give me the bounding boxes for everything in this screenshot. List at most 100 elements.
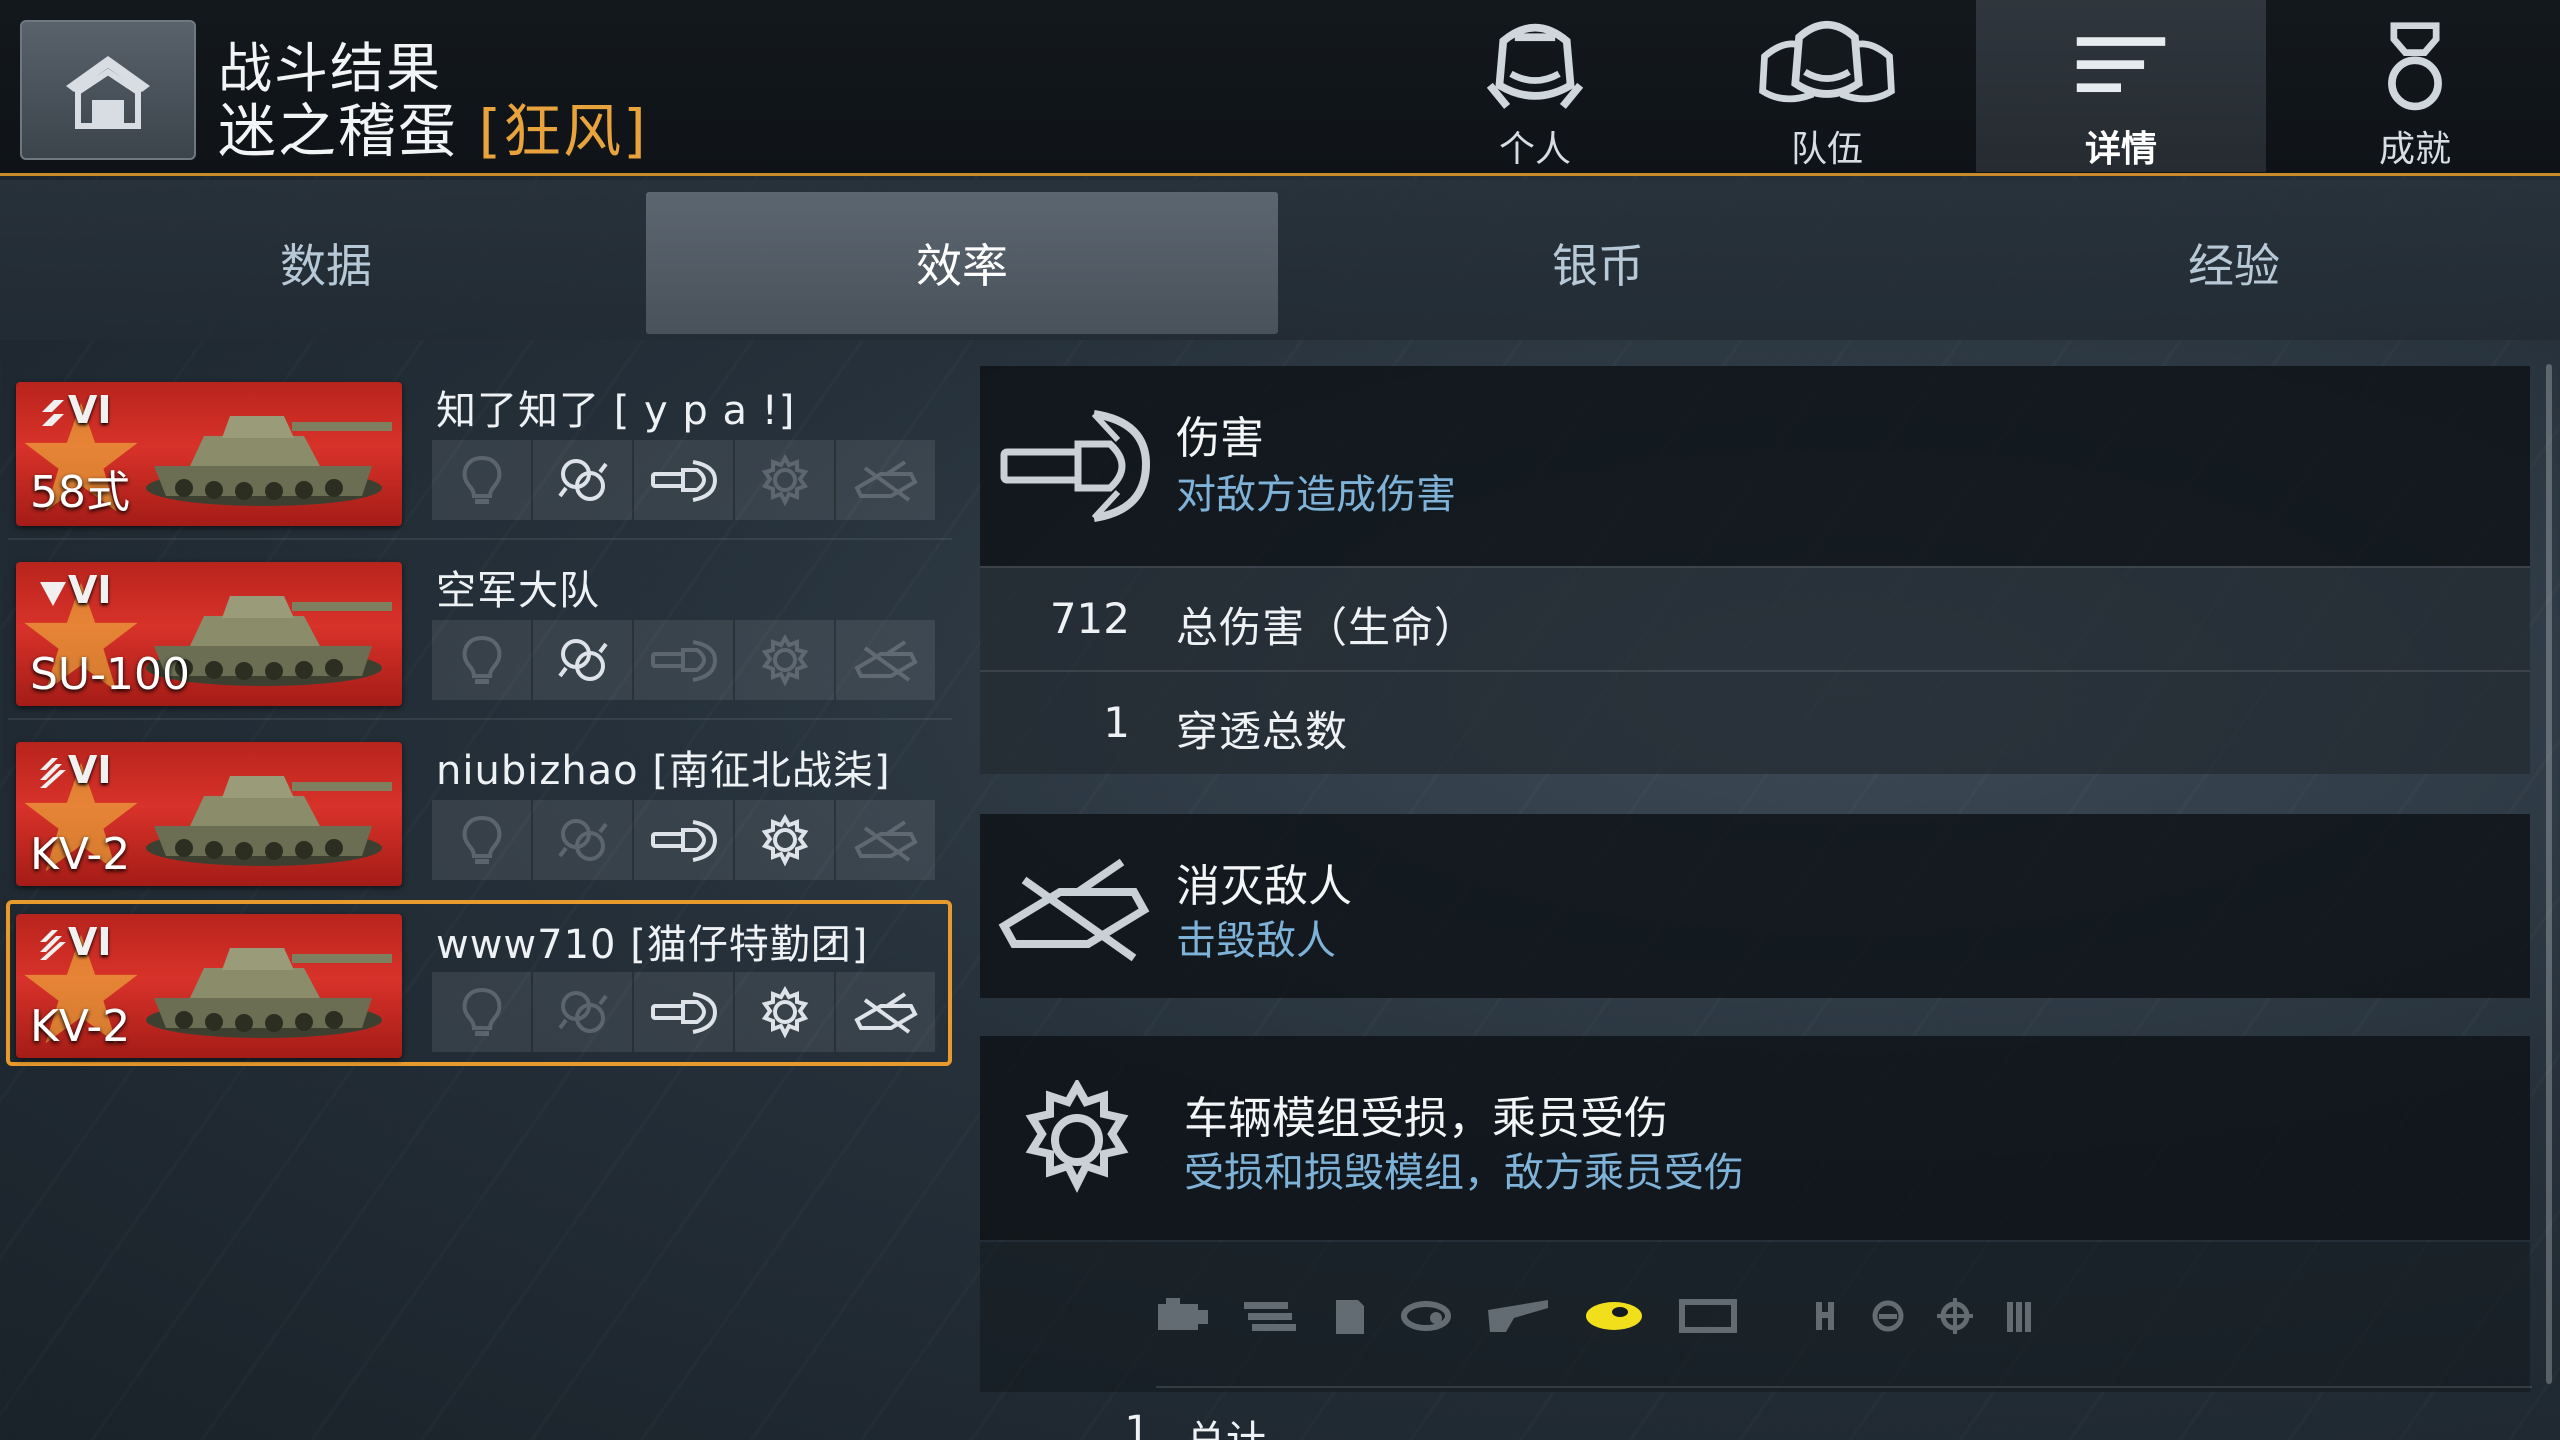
tank-card: VI KV-2 [16, 742, 402, 886]
gear-icon [750, 984, 820, 1040]
hangar-home-button[interactable] [20, 20, 196, 160]
heavy-tank-class-icon [40, 930, 66, 960]
player-row[interactable]: VI SU-100 空军大队 [8, 550, 948, 716]
module-badge [735, 800, 836, 880]
player-name: 知了知了 [ y p a !] [436, 388, 796, 434]
gun-icon [1486, 1296, 1552, 1340]
kills-title: 消灭敌人 [1176, 861, 1352, 912]
engine-icon [1150, 1296, 1210, 1340]
kills-section-header: 消灭敌人 击毁敌人 [980, 814, 2530, 998]
nav-personal-label: 个人 [1498, 129, 1571, 170]
tank-image [134, 756, 396, 874]
assist-badge [533, 972, 634, 1052]
player-row-selected[interactable]: VI KV-2 www710 [猫仔特勤团] [6, 900, 952, 1066]
modules-subtitle: 受损和损毁模组，敌方乘员受伤 [1184, 1150, 1744, 1196]
kill-badge [836, 800, 937, 880]
row-divider [1156, 1386, 2532, 1388]
details-list-icon [2076, 37, 2166, 93]
detail-scrollbar[interactable] [2546, 364, 2552, 1384]
nav-personal[interactable]: 个人 [1390, 0, 1680, 172]
nav-details-label: 详情 [2084, 129, 2157, 170]
kill-badge [836, 972, 937, 1052]
player-clan: [狂风] [478, 97, 648, 165]
tab-efficiency[interactable]: 效率 [646, 192, 1278, 334]
spotting-badge [432, 440, 533, 520]
stat-label: 总伤害（生命） [1176, 603, 1478, 652]
destroyed-tank-icon [851, 452, 921, 508]
modules-title: 车辆模组受损，乘员受伤 [1184, 1093, 1668, 1144]
tank-name: KV-2 [30, 829, 131, 880]
player-row[interactable]: VI 58式 知了知了 [ y p a !] [8, 370, 948, 536]
module-badge [735, 972, 836, 1052]
tank-tier: VI [68, 568, 112, 612]
tank-name: SU-100 [30, 649, 190, 700]
destroyed-tank-icon [851, 984, 921, 1040]
lightbulb-icon [447, 632, 517, 688]
kill-badge [836, 440, 937, 520]
damage-badge [634, 972, 735, 1052]
damage-badge [634, 800, 735, 880]
commander-icon [1870, 1296, 1906, 1340]
destroyed-tank-icon [998, 858, 1150, 962]
tab-experience[interactable]: 经验 [1918, 192, 2550, 334]
player-name: 迷之稽蛋 [218, 97, 459, 165]
kills-subtitle: 击毁敌人 [1176, 918, 1336, 964]
spotting-badge [432, 800, 533, 880]
tab-data[interactable]: 数据 [10, 192, 642, 334]
shell-hit-icon [649, 984, 719, 1040]
player-name: www710 [猫仔特勤团] [436, 922, 869, 968]
gear-icon [750, 812, 820, 868]
tank-card: VI SU-100 [16, 562, 402, 706]
nav-achievements[interactable]: 成就 [2270, 0, 2560, 172]
assist-badge [533, 620, 634, 700]
ammo-rack-icon [1240, 1296, 1300, 1340]
driver-icon [1810, 1296, 1840, 1340]
shell-hit-icon [649, 812, 719, 868]
stat-row: 1 穿透总数 [980, 670, 2530, 774]
lightbulb-icon [447, 984, 517, 1040]
tank-card: VI 58式 [16, 382, 402, 526]
row-divider [8, 718, 952, 720]
nav-details[interactable]: 详情 [1976, 0, 2266, 172]
kill-badge [836, 620, 937, 700]
destroyed-tank-icon [851, 632, 921, 688]
tank-image [134, 928, 396, 1046]
gear-icon [750, 632, 820, 688]
stat-value: 712 [1049, 594, 1130, 643]
player-row[interactable]: VI KV-2 niubizhao [南征北战柒] [8, 730, 948, 896]
stat-row: 712 总伤害（生命） [980, 566, 2530, 670]
assist-badge [533, 800, 634, 880]
assist-icon [548, 452, 618, 508]
spotting-badge [432, 620, 533, 700]
player-identity: 迷之稽蛋 [狂风] [218, 84, 648, 168]
gunner-icon [1936, 1296, 1974, 1340]
nav-team[interactable]: 队伍 [1682, 0, 1972, 172]
spotting-badge [432, 972, 533, 1052]
top-bar: 战斗结果 迷之稽蛋 [狂风] 个人 队伍 详情 成就 [0, 0, 2560, 176]
damage-subtitle: 对敌方造成伤害 [1176, 472, 1456, 518]
damage-shell-icon [1000, 410, 1151, 522]
module-badge [735, 440, 836, 520]
row-divider [8, 538, 952, 540]
assist-icon [548, 812, 618, 868]
module-total-label: 总计 [1186, 1408, 1266, 1440]
assist-badge [533, 440, 634, 520]
heavy-tank-class-icon [40, 758, 66, 788]
module-total-value: 1 [1124, 1408, 1150, 1440]
efficiency-badges [432, 800, 938, 880]
medium-tank-class-icon [42, 400, 64, 426]
stat-label: 穿透总数 [1176, 707, 1349, 756]
team-helmets-icon [1759, 21, 1895, 103]
lightbulb-icon [447, 452, 517, 508]
efficiency-badges [432, 620, 938, 700]
tank-tier: VI [68, 920, 112, 964]
tab-credits[interactable]: 银币 [1282, 192, 1914, 334]
damage-section-header: 伤害 对敌方造成伤害 [980, 366, 2530, 566]
garage-icon [66, 56, 150, 129]
damage-title: 伤害 [1176, 413, 1264, 464]
tank-tier: VI [68, 388, 112, 432]
assist-icon [548, 984, 618, 1040]
shell-hit-icon [649, 632, 719, 688]
sub-tab-bar: 数据 效率 银币 经验 [0, 180, 2560, 340]
module-badge [735, 620, 836, 700]
